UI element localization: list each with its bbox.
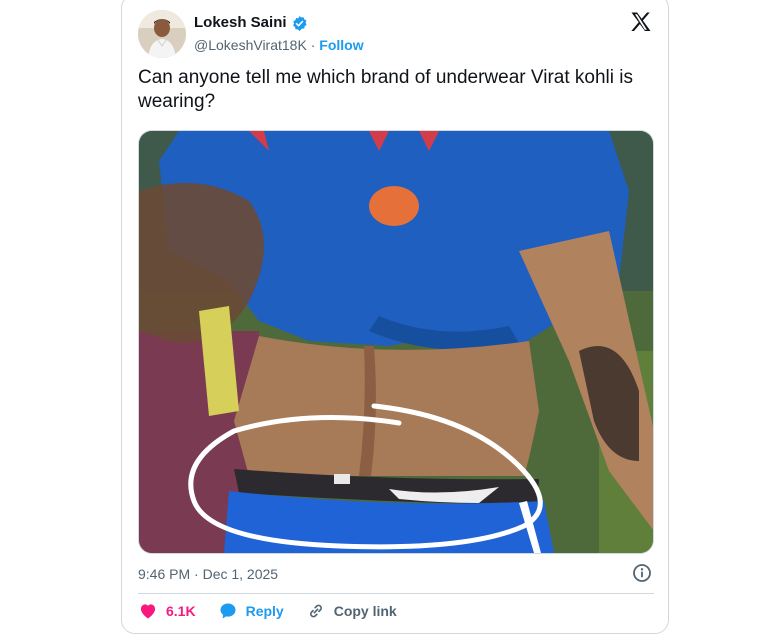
handle-row: @LokeshVirat18K · Follow [194,36,364,54]
reply-bubble-icon [218,601,238,621]
tweet-timestamp[interactable]: 9:46 PM · Dec 1, 2025 [138,565,278,583]
divider [138,593,654,594]
avatar[interactable] [138,10,186,58]
handle-separator: · [310,37,316,53]
reply-label: Reply [245,603,284,619]
copy-link-button[interactable]: Copy link [306,601,397,621]
author-handle[interactable]: @LokeshVirat18K [194,37,307,53]
reply-button[interactable]: Reply [218,601,284,621]
copy-link-label: Copy link [333,603,397,619]
info-icon[interactable] [632,563,652,583]
author-name[interactable]: Lokesh Saini [194,13,287,33]
heart-icon [138,601,158,621]
like-count: 6.1K [166,603,196,619]
follow-button[interactable]: Follow [319,37,363,53]
link-icon [306,601,326,621]
like-button[interactable]: 6.1K [138,601,196,621]
tweet-card[interactable]: Lokesh Saini @LokeshVirat18K · Follow Ca… [121,0,669,634]
x-logo-icon[interactable] [629,10,653,34]
tweet-media-image[interactable] [138,130,654,554]
verified-badge-icon [291,15,308,32]
action-bar: 6.1K Reply Copy link [138,601,419,621]
tweet-text: Can anyone tell me which brand of underw… [138,67,633,112]
